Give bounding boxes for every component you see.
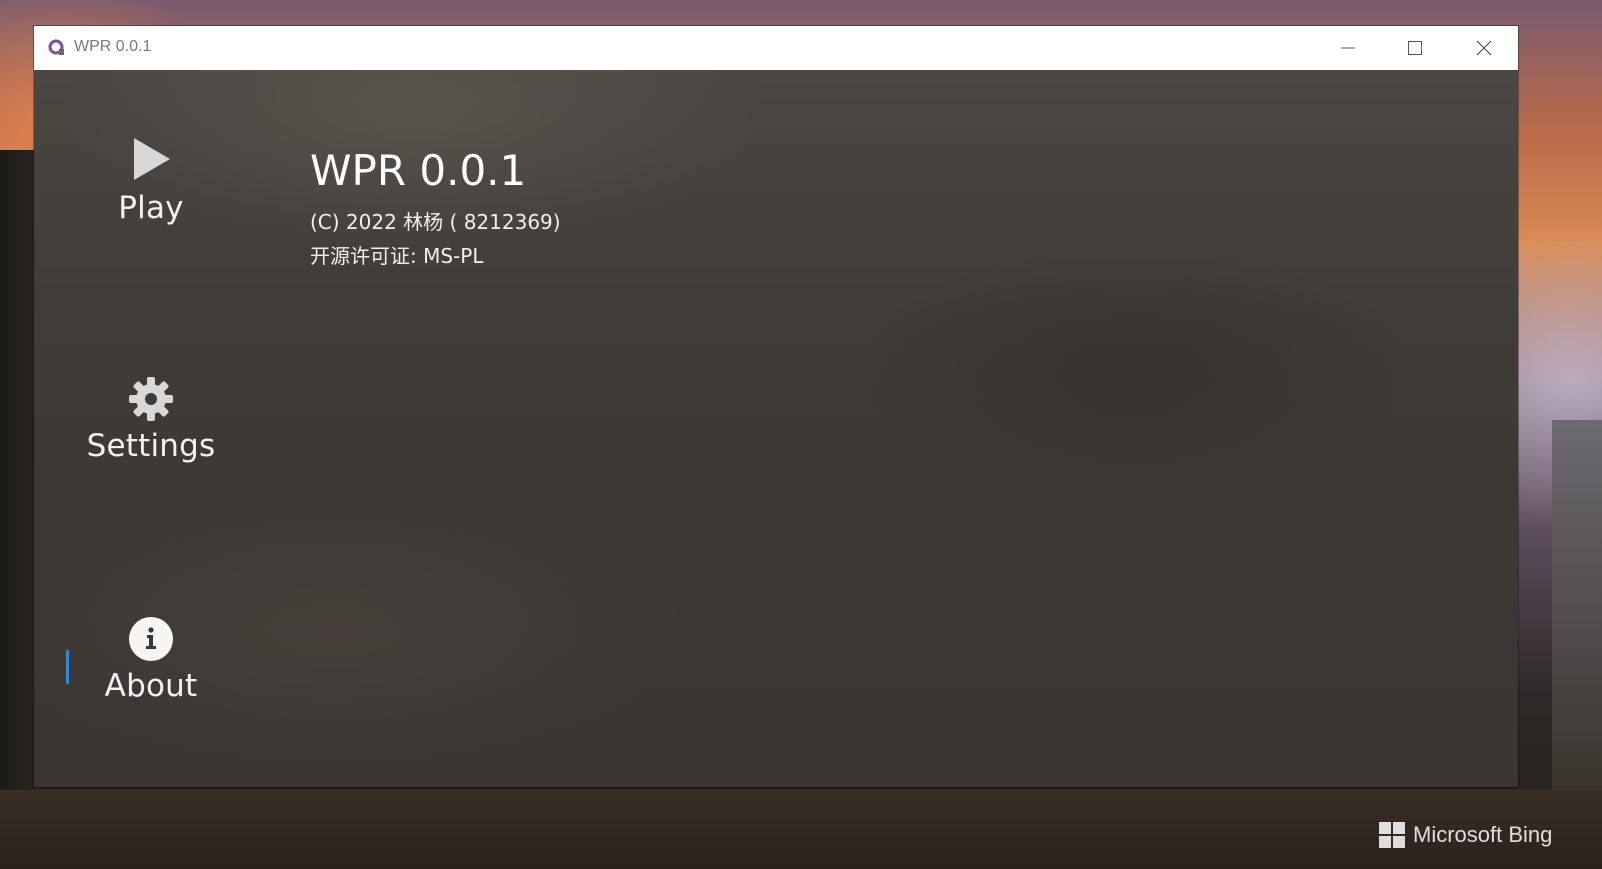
windows-logo-icon — [1379, 822, 1405, 848]
client-area: Play Settings About WPR 0.0.1 (C) 2022 林… — [34, 70, 1518, 787]
desktop-geyser-steam — [1552, 420, 1602, 790]
license-text: 开源许可证: MS-PL — [310, 244, 484, 268]
info-icon — [129, 617, 173, 661]
app-icon — [48, 39, 64, 55]
page-title: WPR 0.0.1 — [310, 146, 527, 195]
copyright-text: (C) 2022 林杨 ( 8212369) — [310, 210, 561, 234]
nav-item-label: Settings — [86, 428, 216, 464]
nav-item-label: Play — [118, 190, 184, 226]
nav-item-play[interactable]: Play — [61, 134, 241, 226]
minimize-button[interactable] — [1314, 26, 1382, 70]
title-bar[interactable]: WPR 0.0.1 — [34, 26, 1518, 71]
desktop-ground — [0, 790, 1602, 869]
close-button[interactable] — [1450, 26, 1518, 70]
app-window: WPR 0.0.1 Play Settings About WPR 0.0.1 … — [34, 26, 1518, 787]
nav-item-settings[interactable]: Settings — [61, 376, 241, 464]
nav-item-label: About — [104, 668, 198, 704]
watermark-text: Microsoft Bing — [1413, 822, 1553, 847]
maximize-button[interactable] — [1381, 26, 1449, 70]
maximize-icon — [1408, 41, 1422, 55]
nav-selection-indicator — [66, 650, 69, 684]
minimize-icon — [1341, 47, 1355, 49]
play-icon — [134, 138, 170, 180]
nav-item-about[interactable]: About — [61, 616, 241, 704]
gear-icon — [129, 377, 173, 421]
window-title: WPR 0.0.1 — [74, 38, 152, 55]
close-icon — [1476, 40, 1492, 56]
bing-watermark: Microsoft Bing — [1379, 822, 1552, 848]
